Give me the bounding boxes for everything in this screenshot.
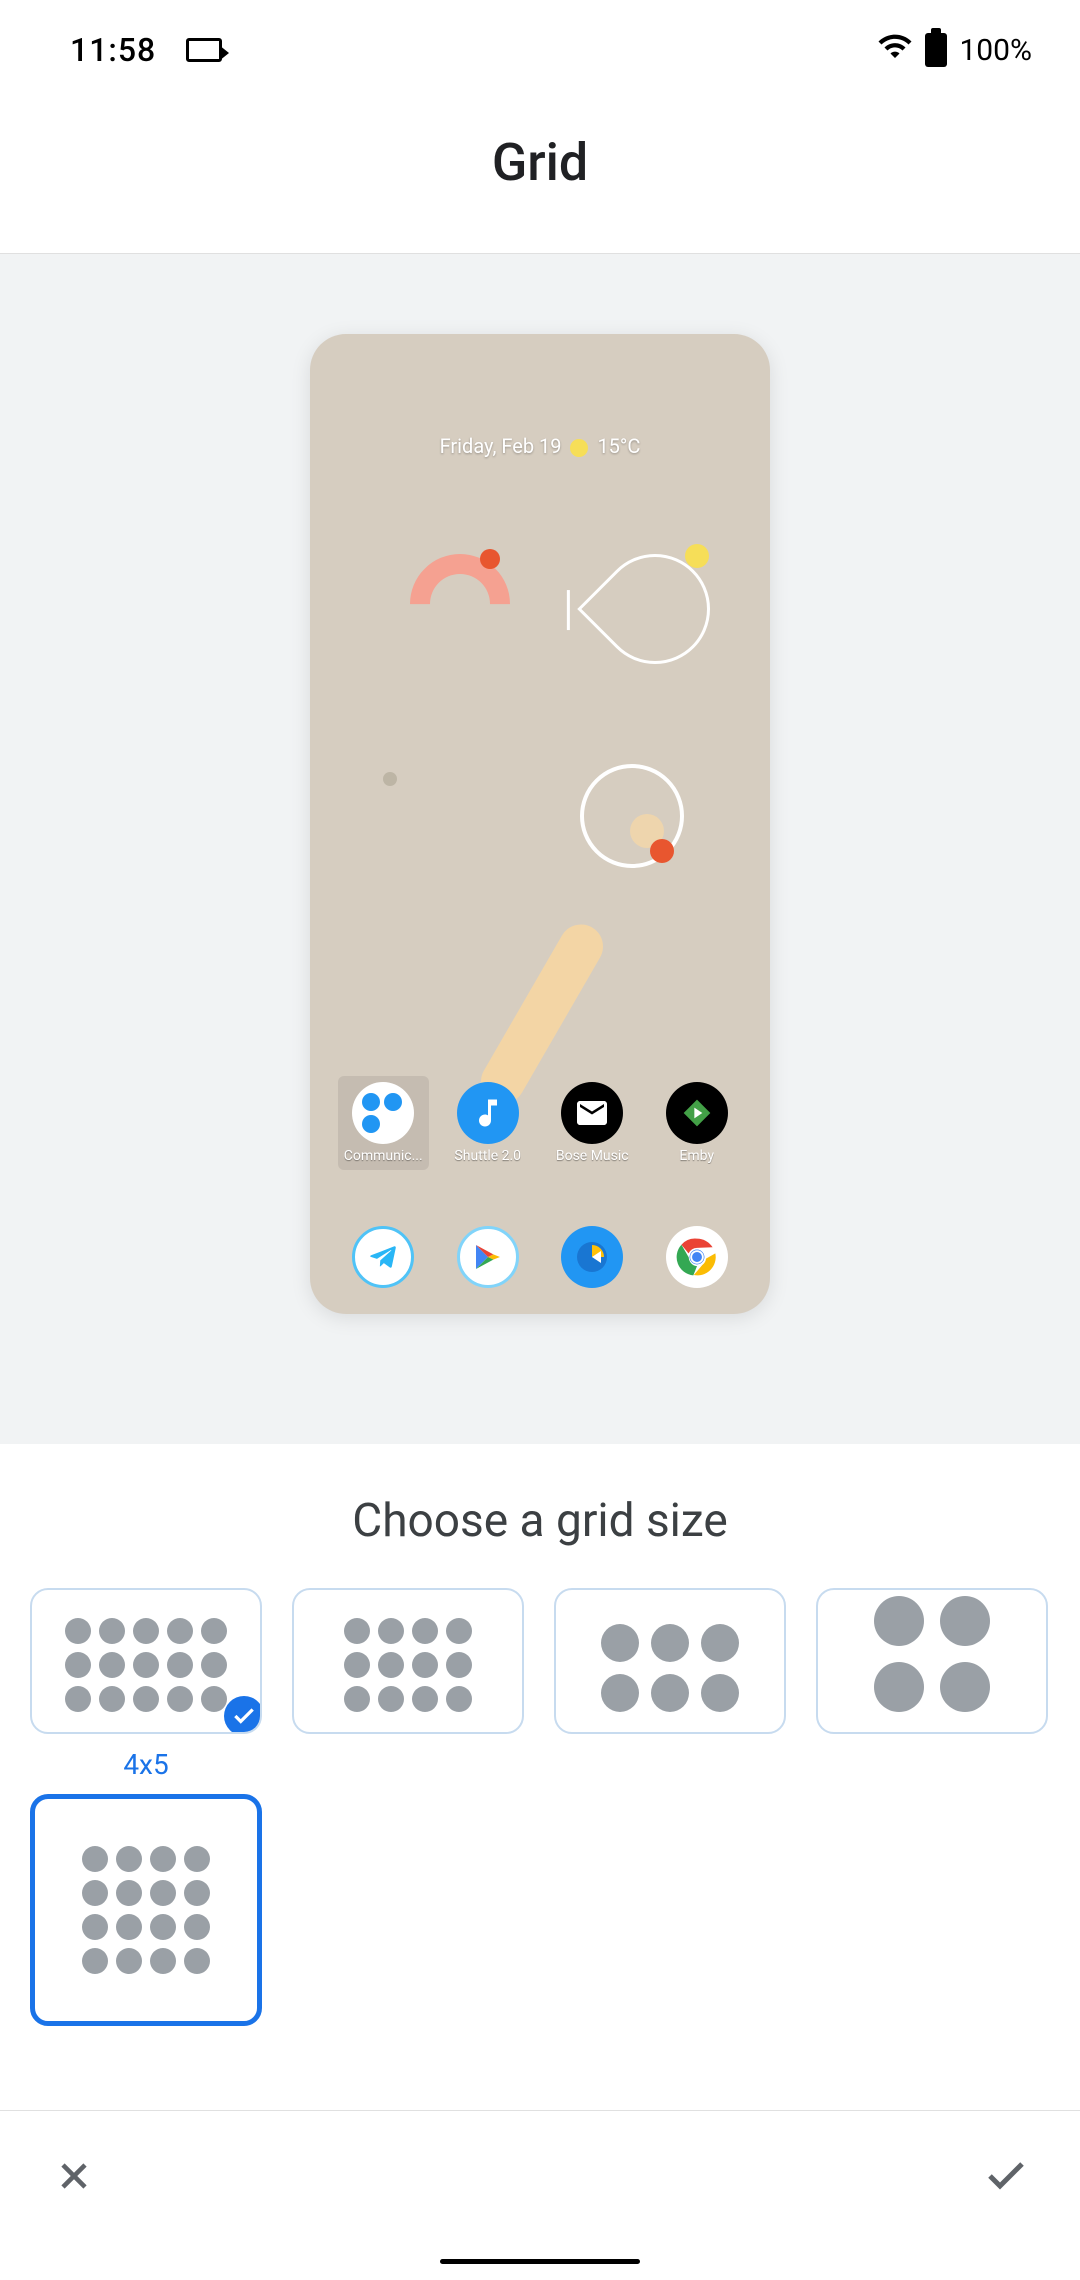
dock-authenticator	[561, 1226, 623, 1288]
status-bar: 11:58 100%	[0, 0, 1080, 92]
nav-handle[interactable]	[440, 2259, 640, 2264]
page-title: Grid	[0, 92, 1080, 253]
dock-chrome	[666, 1226, 728, 1288]
preview-area: Friday, Feb 19 15°C Communic... Shuttle …	[0, 253, 1080, 1444]
grid-option-label: 4x5	[30, 1748, 262, 1784]
status-time: 11:58	[70, 31, 156, 69]
footer-bar	[0, 2110, 1080, 2280]
wifi-icon	[877, 28, 913, 72]
cancel-button[interactable]	[50, 2152, 98, 2200]
phone-preview: Friday, Feb 19 15°C Communic... Shuttle …	[310, 334, 770, 1314]
app-folder-communications: Communic...	[338, 1076, 429, 1170]
grid-option-1[interactable]	[292, 1588, 524, 1734]
app-bose-music: Bose Music	[547, 1082, 638, 1164]
confirm-button[interactable]	[982, 2152, 1030, 2200]
preview-dock	[330, 1226, 750, 1288]
dock-telegram	[352, 1226, 414, 1288]
grid-option-3[interactable]	[816, 1588, 1048, 1734]
choose-section: Choose a grid size 4x5	[0, 1444, 1080, 2026]
grid-option-2[interactable]	[554, 1588, 786, 1734]
check-icon	[224, 1696, 262, 1734]
grid-options-row-2: 4x5	[0, 1748, 1080, 2026]
grid-option-4x5[interactable]: 4x5	[30, 1748, 262, 2026]
preview-app-row: Communic... Shuttle 2.0 Bose Music Emby	[330, 1082, 750, 1164]
grid-option-0[interactable]	[30, 1588, 262, 1734]
camera-icon	[186, 38, 222, 62]
grid-options-row-1	[0, 1588, 1080, 1734]
sun-icon	[570, 439, 588, 457]
dock-play-store	[457, 1226, 519, 1288]
preview-date-widget: Friday, Feb 19 15°C	[310, 434, 770, 458]
app-shuttle: Shuttle 2.0	[443, 1082, 534, 1164]
battery-percentage: 100%	[959, 33, 1032, 68]
choose-title: Choose a grid size	[0, 1494, 1080, 1548]
battery-icon	[925, 33, 947, 67]
app-emby: Emby	[652, 1082, 743, 1164]
